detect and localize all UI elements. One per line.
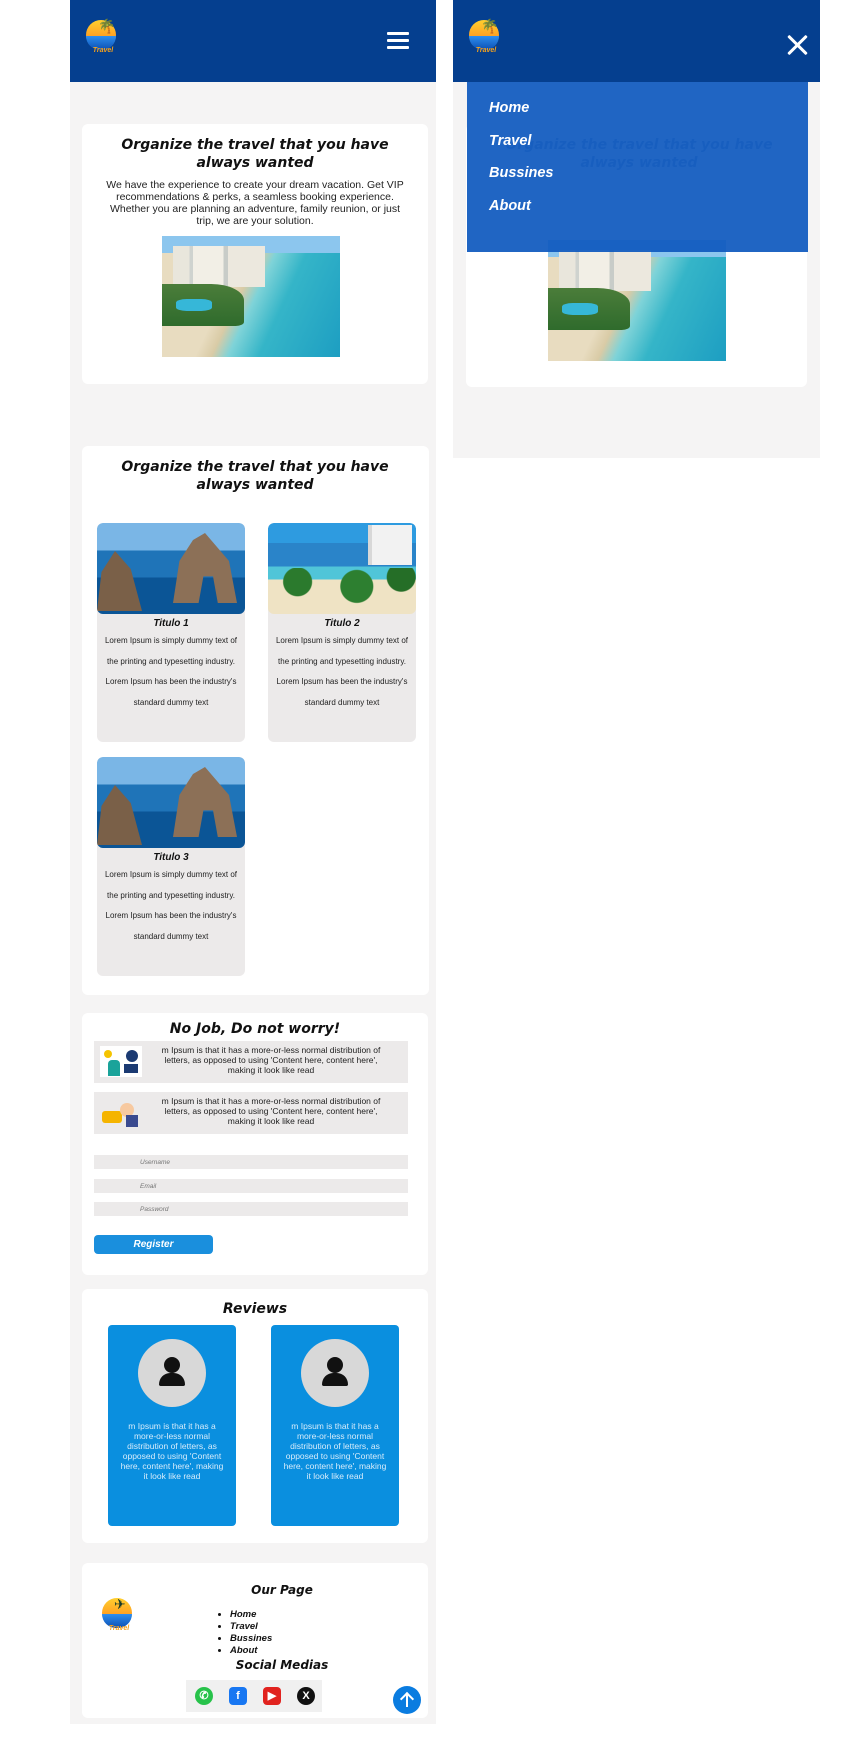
beach-palms-image [268,523,416,614]
review-card: m Ipsum is that it has a more-or-less no… [271,1325,399,1526]
register-button[interactable]: Register [94,1235,213,1254]
reviews-title: Reviews [222,1301,288,1317]
youtube-icon[interactable]: ▶ [263,1687,281,1705]
review-card: m Ipsum is that it has a more-or-less no… [108,1325,236,1526]
delivery-illustration-icon [100,1097,142,1128]
job-info-row: m Ipsum is that it has a more-or-less no… [94,1092,408,1134]
rock-arch-image [97,757,245,848]
travel-logo[interactable]: 🌴 Travel [82,18,122,58]
footer-links: Home Travel Bussines About [230,1609,272,1657]
menu-item-about[interactable]: About [489,198,531,214]
social-medias-title: Social Medias [235,1658,329,1672]
destination-name: Titulo 1 [153,618,189,629]
dropdown-nav-menu: Home Travel Bussines About [467,82,808,252]
destination-description: Lorem Ipsum is simply dummy text of the … [104,636,238,707]
top-navbar: 🌴 Travel [453,0,820,82]
hero-card: Organize the travel that you have always… [82,124,428,384]
job-info-row: m Ipsum is that it has a more-or-less no… [94,1041,408,1083]
username-input[interactable] [94,1155,408,1169]
whatsapp-icon[interactable]: ✆ [195,1687,213,1705]
destination-description: Lorem Ipsum is simply dummy text of the … [104,870,238,941]
worker-illustration-icon [100,1046,142,1077]
scroll-to-top-icon[interactable] [393,1686,421,1714]
mobile-menu-open-frame: 🌴 Travel Organize the travel that you ha… [453,0,820,458]
footer-link-about[interactable]: About [230,1645,272,1657]
destination-name: Titulo 2 [324,618,360,629]
our-page-title: Our Page [251,1583,313,1597]
user-avatar-icon [301,1339,369,1407]
email-input[interactable] [94,1179,408,1193]
user-avatar-icon [138,1339,206,1407]
reviews-card: Reviews m Ipsum is that it has a more-or… [82,1289,428,1543]
destination-card[interactable]: Titulo 2 Lorem Ipsum is simply dummy tex… [268,523,416,742]
beach-resort-image [548,240,726,361]
job-info-text: m Ipsum is that it has a more-or-less no… [161,1096,381,1126]
destination-name: Titulo 3 [153,852,189,863]
hamburger-menu-icon[interactable] [387,32,409,50]
review-text: m Ipsum is that it has a more-or-less no… [283,1421,387,1481]
x-icon[interactable]: X [297,1687,315,1705]
footer-link-bussines[interactable]: Bussines [230,1633,272,1645]
footer-link-home[interactable]: Home [230,1609,272,1621]
rock-arch-image [97,523,245,614]
menu-item-home[interactable]: Home [489,100,529,116]
hero-title: Organize the travel that you have always… [121,137,389,171]
travel-logo[interactable]: ✈ Travel [98,1596,138,1636]
job-info-text: m Ipsum is that it has a more-or-less no… [161,1045,381,1075]
menu-item-travel[interactable]: Travel [489,133,531,149]
destination-card[interactable]: Titulo 3 Lorem Ipsum is simply dummy tex… [97,757,245,976]
destinations-card: Organize the travel that you have always… [82,446,429,995]
top-navbar: 🌴 Travel [70,0,436,82]
menu-item-bussines[interactable]: Bussines [489,165,553,181]
social-icons-bar: ✆ f ▶ X [186,1680,322,1712]
close-menu-icon[interactable] [786,34,808,56]
mobile-page-frame: 🌴 Travel Organize the travel that you ha… [70,0,436,1724]
destination-description: Lorem Ipsum is simply dummy text of the … [275,636,409,707]
destination-card[interactable]: Titulo 1 Lorem Ipsum is simply dummy tex… [97,523,245,742]
travel-logo[interactable]: 🌴 Travel [465,18,505,58]
hero-text: We have the experience to create your dr… [106,179,404,227]
jobs-title: No Job, Do not worry! [169,1021,341,1037]
footer-link-travel[interactable]: Travel [230,1621,272,1633]
beach-resort-image [162,236,340,357]
password-input[interactable] [94,1202,408,1216]
destinations-title: Organize the travel that you have always… [121,459,389,493]
facebook-icon[interactable]: f [229,1687,247,1705]
jobs-card: No Job, Do not worry! m Ipsum is that it… [82,1013,428,1275]
review-text: m Ipsum is that it has a more-or-less no… [120,1421,224,1481]
footer-card: ✈ Travel Our Page Home Travel Bussines A… [82,1563,428,1718]
